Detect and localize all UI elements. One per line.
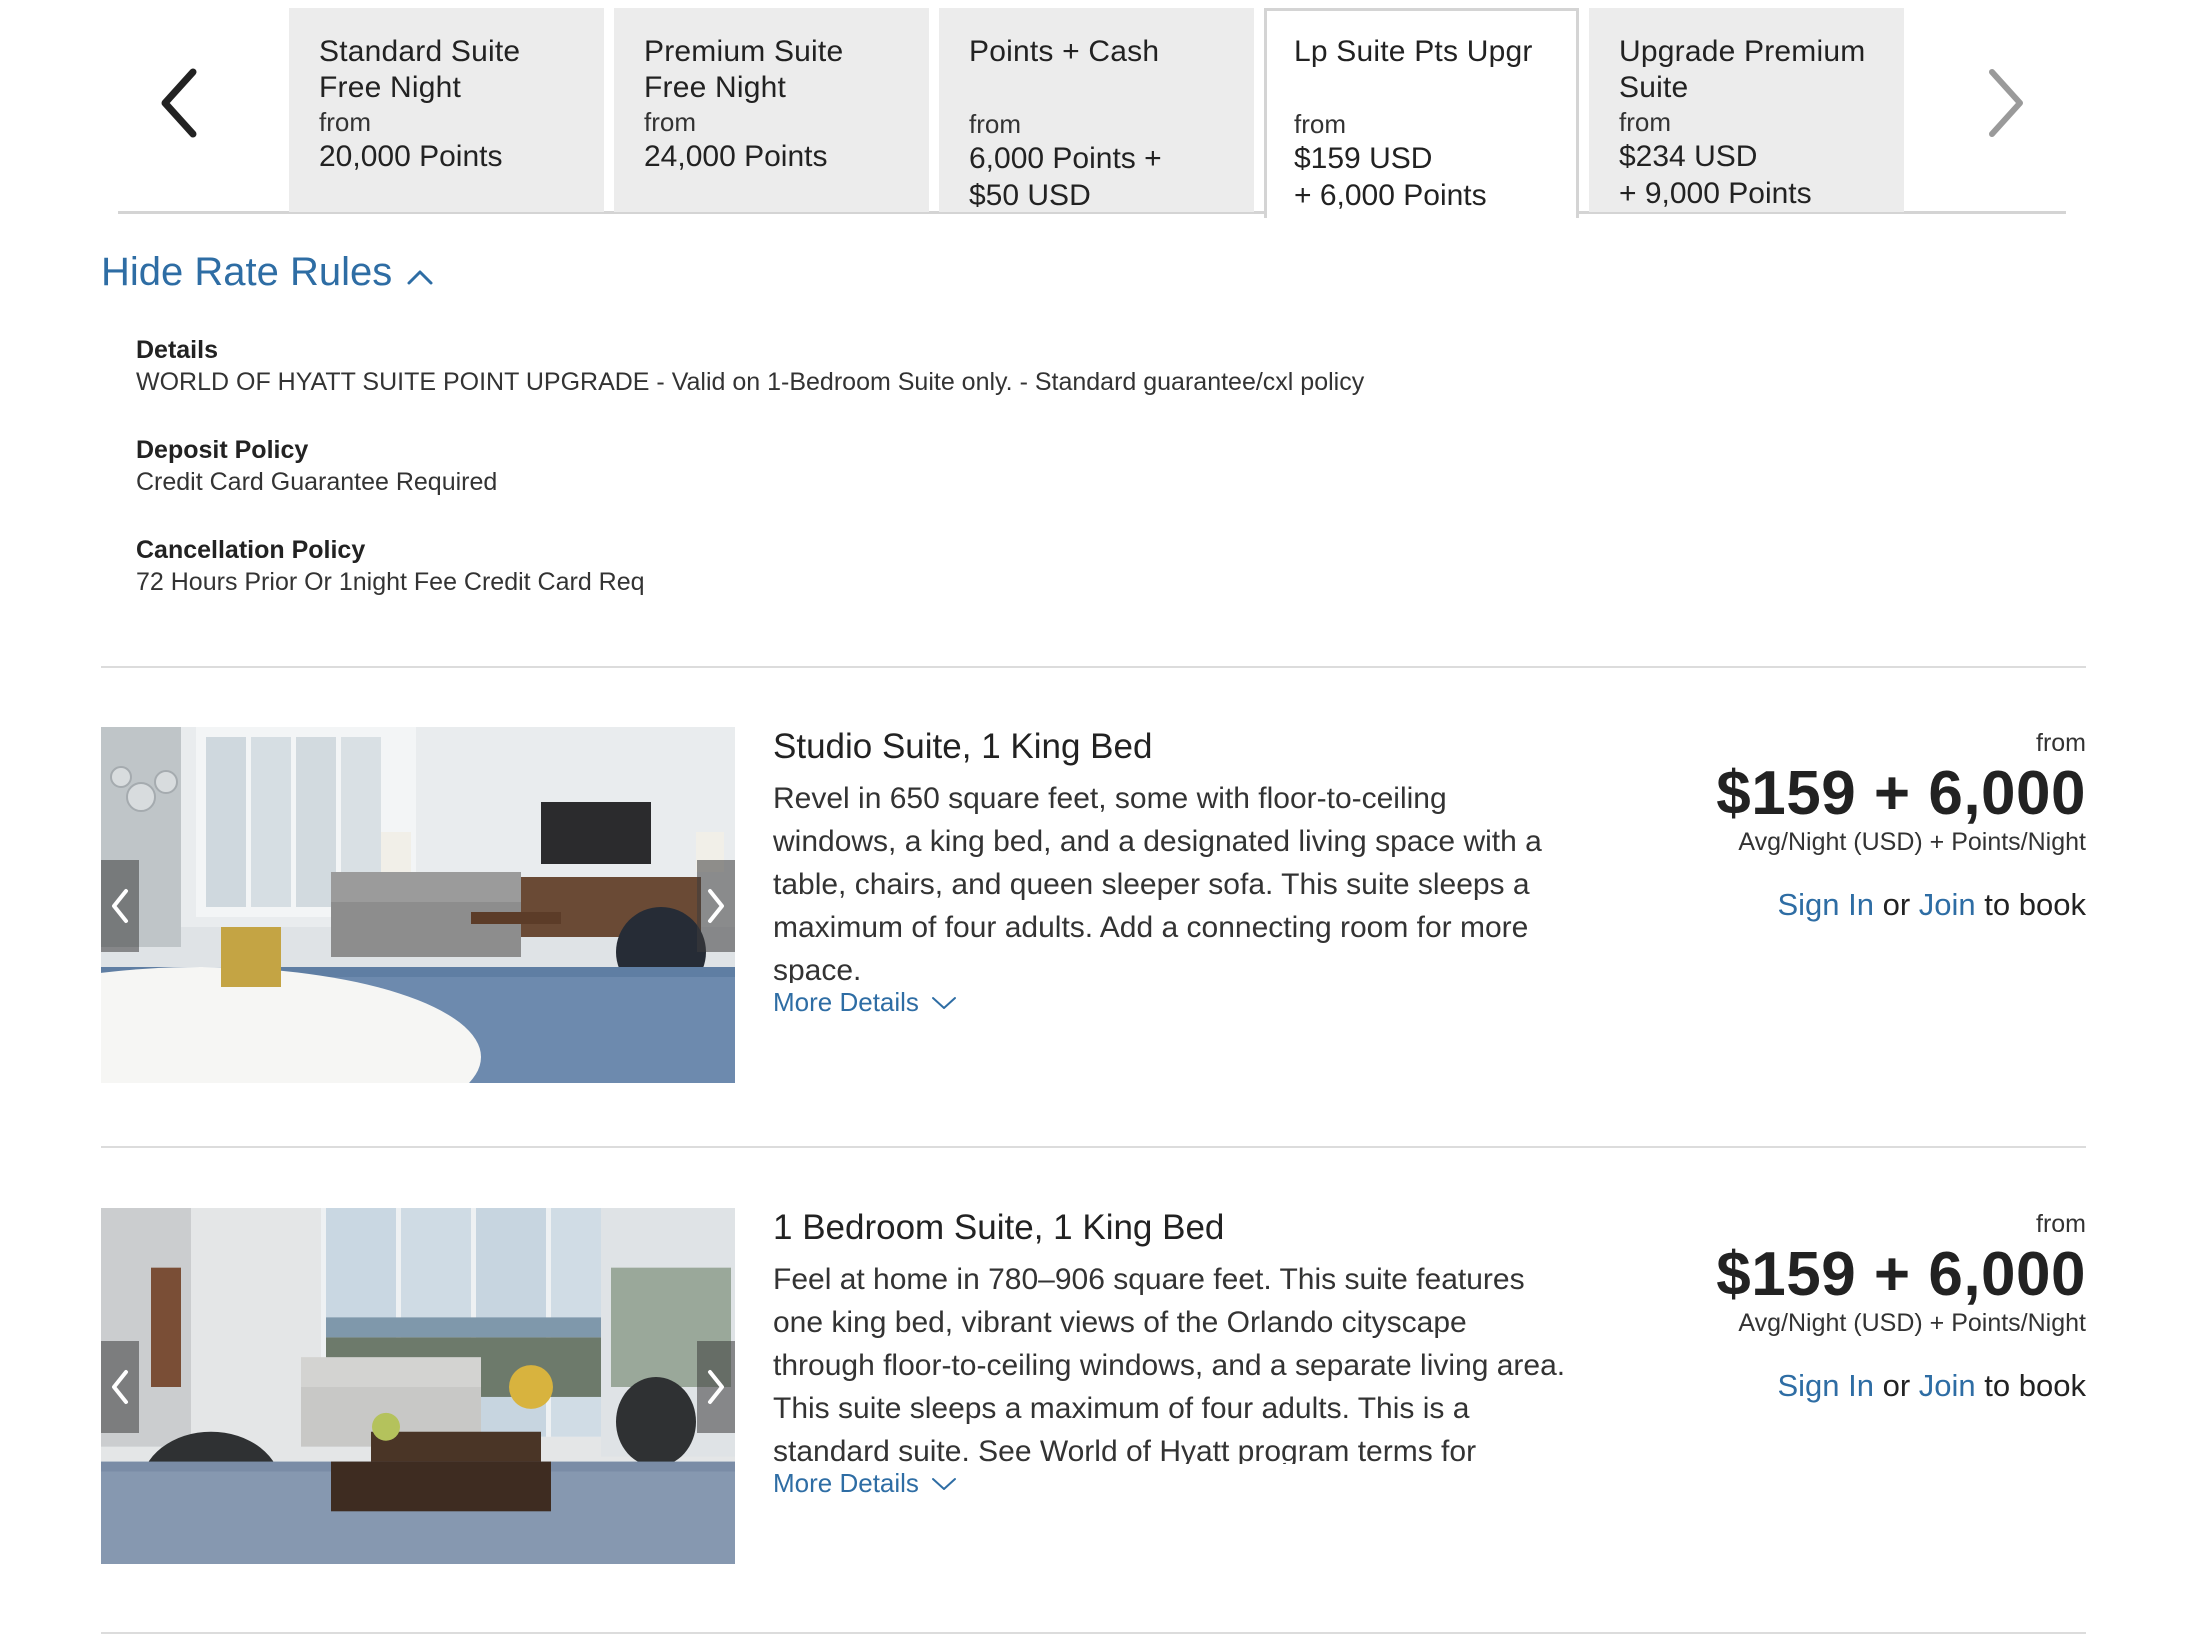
or-text: or bbox=[1882, 887, 1911, 922]
room-card-1-bedroom-suite: 1 Bedroom Suite, 1 King Bed Feel at home… bbox=[101, 1208, 2086, 1568]
carousel-next-button[interactable] bbox=[1960, 48, 2050, 158]
chevron-right-icon bbox=[708, 889, 724, 923]
rule-details: Details WORLD OF HYATT SUITE POINT UPGRA… bbox=[136, 334, 1936, 398]
tab-price: 6,000 Points + $50 USD bbox=[969, 142, 1162, 212]
price-amount: $159 + 6,000 bbox=[1716, 759, 2086, 828]
book-line: Sign In or Join to book bbox=[1666, 887, 2086, 923]
room-photo bbox=[101, 727, 735, 1083]
tab-price: $159 USD + 6,000 Points bbox=[1294, 142, 1487, 212]
photo-next-button[interactable] bbox=[697, 1341, 735, 1433]
book-line: Sign In or Join to book bbox=[1666, 1368, 2086, 1404]
more-details-label: More Details bbox=[773, 1468, 919, 1498]
hide-rate-rules-label: Hide Rate Rules bbox=[101, 250, 393, 294]
chevron-left-icon bbox=[112, 1370, 128, 1404]
tab-from: from bbox=[644, 107, 696, 137]
rule-text: 72 Hours Prior Or 1night Fee Credit Card… bbox=[136, 568, 645, 596]
rule-cancellation-policy: Cancellation Policy 72 Hours Prior Or 1n… bbox=[136, 534, 1936, 598]
more-details-link[interactable]: More Details bbox=[773, 1468, 1573, 1499]
rate-rules-panel: Details WORLD OF HYATT SUITE POINT UPGRA… bbox=[136, 334, 1936, 634]
carousel-prev-button[interactable] bbox=[135, 48, 225, 158]
tab-price: 24,000 Points bbox=[644, 140, 828, 173]
tab-standard-suite-free-night[interactable]: Standard Suite Free Night from 20,000 Po… bbox=[289, 8, 604, 212]
price-amount: $159 + 6,000 bbox=[1716, 1240, 2086, 1309]
room-title: 1 Bedroom Suite, 1 King Bed bbox=[773, 1208, 1225, 1247]
chevron-right-icon bbox=[1989, 69, 2023, 137]
tab-name: Lp Suite Pts Upgr bbox=[1294, 35, 1533, 68]
room-description: Feel at home in 780–906 square feet. Thi… bbox=[773, 1263, 1566, 1464]
tab-price: 20,000 Points bbox=[319, 140, 503, 173]
tab-name: Upgrade Premium Suite bbox=[1619, 35, 1866, 104]
chevron-right-icon bbox=[708, 1370, 724, 1404]
room-photo-image bbox=[101, 1208, 735, 1564]
room-description: Revel in 650 square feet, some with floo… bbox=[773, 782, 1542, 983]
tab-name: Points + Cash bbox=[969, 35, 1160, 68]
more-details-link[interactable]: More Details bbox=[773, 987, 1573, 1018]
price-from: from bbox=[2036, 729, 2086, 757]
section-divider bbox=[101, 666, 2086, 668]
sign-in-link[interactable]: Sign In bbox=[1777, 887, 1874, 922]
chevron-down-icon bbox=[931, 996, 956, 1009]
rule-title: Cancellation Policy bbox=[136, 536, 366, 564]
room-price: from $159 + 6,000 Avg/Night (USD) + Poin… bbox=[1666, 727, 2086, 923]
tab-from: from bbox=[319, 107, 371, 137]
photo-next-button[interactable] bbox=[697, 860, 735, 952]
room-price: from $159 + 6,000 Avg/Night (USD) + Poin… bbox=[1666, 1208, 2086, 1404]
tab-price: $234 USD + 9,000 Points bbox=[1619, 140, 1812, 210]
more-details-label: More Details bbox=[773, 987, 919, 1017]
join-link[interactable]: Join bbox=[1919, 1368, 1976, 1403]
rule-title: Deposit Policy bbox=[136, 436, 309, 464]
room-info: 1 Bedroom Suite, 1 King Bed Feel at home… bbox=[773, 1208, 1573, 1499]
chevron-up-icon bbox=[407, 270, 433, 284]
rule-text: WORLD OF HYATT SUITE POINT UPGRADE - Val… bbox=[136, 368, 1365, 396]
to-book-text: to book bbox=[1984, 1368, 2086, 1403]
photo-prev-button[interactable] bbox=[101, 1341, 139, 1433]
hide-rate-rules-toggle[interactable]: Hide Rate Rules bbox=[101, 250, 434, 295]
price-unit: Avg/Night (USD) + Points/Night bbox=[1738, 828, 2086, 856]
tab-premium-suite-free-night[interactable]: Premium Suite Free Night from 24,000 Poi… bbox=[614, 8, 929, 212]
photo-prev-button[interactable] bbox=[101, 860, 139, 952]
room-info: Studio Suite, 1 King Bed Revel in 650 sq… bbox=[773, 727, 1573, 1018]
tab-from: from bbox=[969, 109, 1021, 139]
chevron-down-icon bbox=[931, 1477, 956, 1490]
room-photo-image bbox=[101, 727, 735, 1083]
rule-title: Details bbox=[136, 336, 218, 364]
rule-deposit-policy: Deposit Policy Credit Card Guarantee Req… bbox=[136, 434, 1936, 498]
tab-upgrade-premium-suite[interactable]: Upgrade Premium Suite from $234 USD + 9,… bbox=[1589, 8, 1904, 212]
tab-lp-suite-pts-upgr[interactable]: Lp Suite Pts Upgr from $159 USD + 6,000 … bbox=[1264, 8, 1579, 218]
join-link[interactable]: Join bbox=[1919, 887, 1976, 922]
price-from: from bbox=[2036, 1210, 2086, 1238]
room-photo bbox=[101, 1208, 735, 1566]
or-text: or bbox=[1882, 1368, 1911, 1403]
sign-in-link[interactable]: Sign In bbox=[1777, 1368, 1874, 1403]
section-divider bbox=[101, 1146, 2086, 1148]
rate-tabs-carousel: Standard Suite Free Night from 20,000 Po… bbox=[0, 0, 2198, 220]
chevron-left-icon bbox=[112, 889, 128, 923]
tab-name: Standard Suite Free Night bbox=[319, 35, 521, 104]
price-unit: Avg/Night (USD) + Points/Night bbox=[1738, 1309, 2086, 1337]
tab-from: from bbox=[1619, 107, 1671, 137]
tab-points-cash[interactable]: Points + Cash from 6,000 Points + $50 US… bbox=[939, 8, 1254, 212]
chevron-left-icon bbox=[161, 68, 197, 138]
room-title: Studio Suite, 1 King Bed bbox=[773, 727, 1153, 766]
tab-from: from bbox=[1294, 109, 1346, 139]
to-book-text: to book bbox=[1984, 887, 2086, 922]
tab-name: Premium Suite Free Night bbox=[644, 35, 844, 104]
room-card-studio-suite: Studio Suite, 1 King Bed Revel in 650 sq… bbox=[101, 727, 2086, 1087]
rule-text: Credit Card Guarantee Required bbox=[136, 468, 498, 496]
